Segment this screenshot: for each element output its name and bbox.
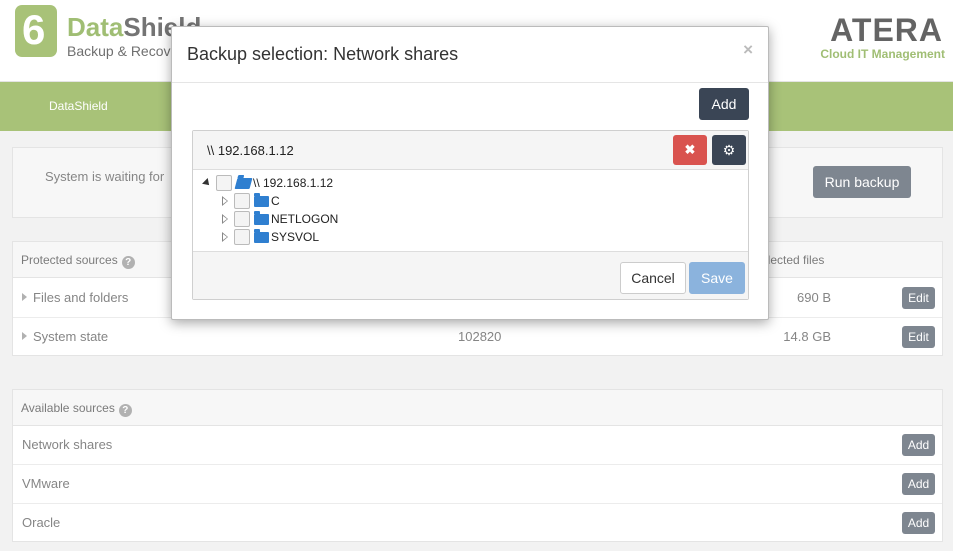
expand-icon[interactable] [222, 196, 228, 206]
expand-icon[interactable] [222, 232, 228, 242]
share-settings-button[interactable]: ⚙ [712, 135, 746, 165]
expand-icon[interactable] [222, 214, 228, 224]
tree-node: SYSVOL [221, 229, 371, 247]
collapse-icon[interactable] [202, 178, 212, 188]
tree-node-label[interactable]: C [271, 194, 280, 208]
tree-node-label[interactable]: NETLOGON [271, 212, 338, 226]
network-share-box: \\ 192.168.1.12 ✖ ⚙ \\ 192.168.1.12 C NE… [192, 130, 749, 300]
dialog-title: Backup selection: Network shares [187, 44, 459, 64]
tree-node-label[interactable]: SYSVOL [271, 230, 319, 244]
checkbox[interactable] [216, 175, 232, 191]
close-icon[interactable]: × [743, 40, 753, 60]
tree-node: C [221, 193, 371, 211]
share-footer: Cancel Save [193, 251, 748, 299]
checkbox[interactable] [234, 229, 250, 245]
gear-icon: ⚙ [722, 141, 736, 158]
delete-share-button[interactable]: ✖ [673, 135, 707, 165]
save-button[interactable]: Save [689, 262, 745, 294]
tree-node-label[interactable]: \\ 192.168.1.12 [253, 176, 333, 190]
folder-tree: \\ 192.168.1.12 C NETLOGON SYSVOL [193, 170, 748, 252]
tree-node-root: \\ 192.168.1.12 [202, 175, 403, 193]
folder-icon [254, 211, 269, 225]
add-share-button[interactable]: Add [699, 88, 749, 120]
delete-icon: ✖ [684, 142, 696, 157]
backup-selection-dialog: Backup selection: Network shares × Add \… [171, 26, 769, 320]
checkbox[interactable] [234, 193, 250, 209]
tree-node: NETLOGON [221, 211, 371, 229]
folder-open-icon [234, 178, 253, 189]
checkbox[interactable] [234, 211, 250, 227]
cancel-button[interactable]: Cancel [620, 262, 686, 294]
share-header: \\ 192.168.1.12 ✖ ⚙ [193, 131, 748, 170]
dialog-header: Backup selection: Network shares × [172, 27, 768, 83]
folder-icon [254, 229, 269, 243]
share-title: \\ 192.168.1.12 [207, 143, 294, 158]
folder-icon [254, 193, 269, 207]
